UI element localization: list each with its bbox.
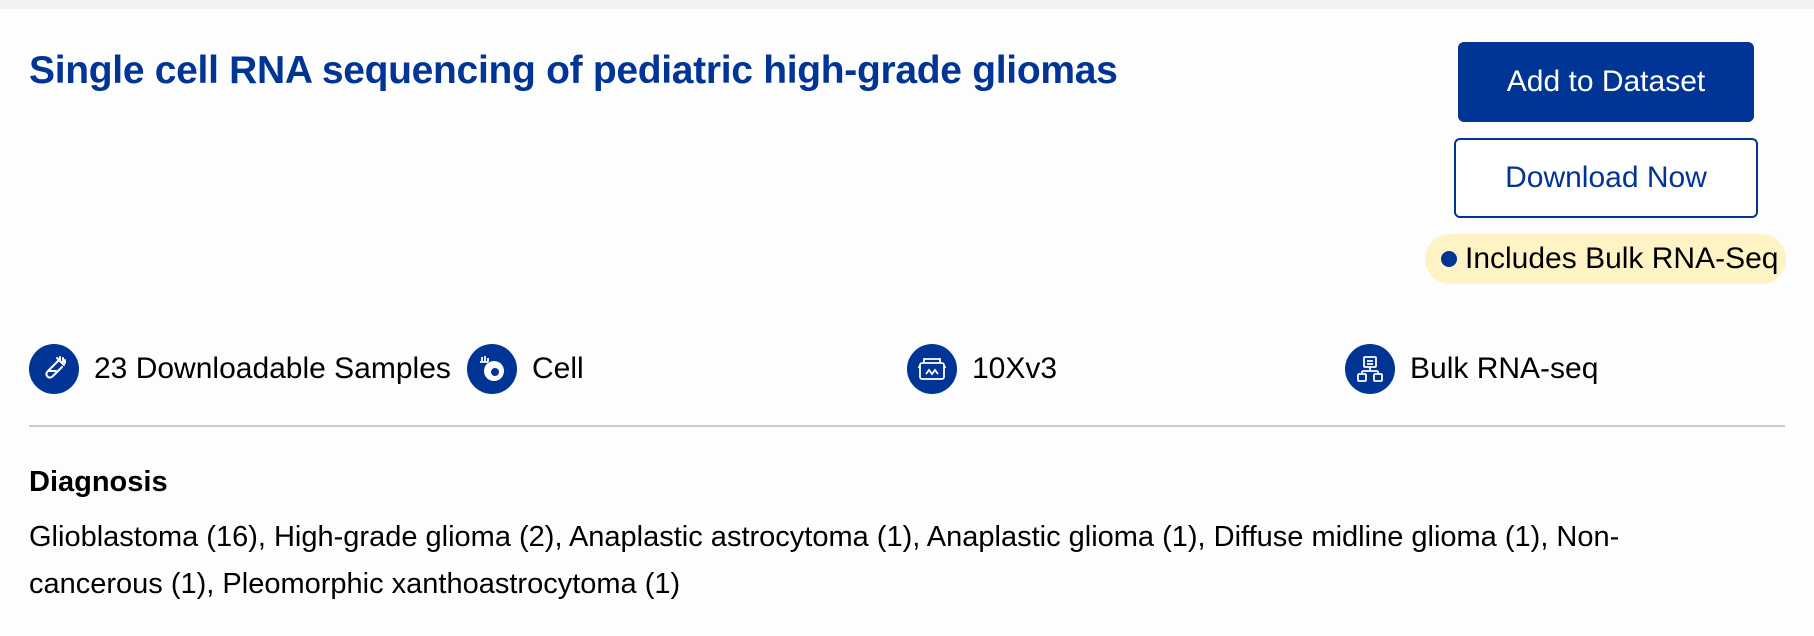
suspension-meta: Cell [467,344,584,394]
project-card: Single cell RNA sequencing of pediatric … [0,9,1814,636]
samples-label: 23 Downloadable Samples [94,352,451,385]
download-now-button[interactable]: Download Now [1454,138,1758,218]
add-to-dataset-button[interactable]: Add to Dataset [1458,42,1754,122]
test-tube-icon [29,344,79,394]
cell-icon [467,344,517,394]
technology-label: 10Xv3 [972,352,1058,385]
technology-meta: 10Xv3 [907,344,1057,394]
section-divider [29,425,1785,427]
modality-meta: Bulk RNA-seq [1345,344,1598,394]
badge-dot-icon [1441,251,1457,267]
project-title[interactable]: Single cell RNA sequencing of pediatric … [29,49,1118,93]
samples-meta: 23 Downloadable Samples [29,344,451,394]
bulk-rna-seq-icon [1345,344,1395,394]
top-bar [0,0,1814,9]
sequencer-icon [907,344,957,394]
badge-label: Includes Bulk RNA-Seq [1465,242,1779,275]
suspension-label: Cell [532,352,584,385]
modality-label: Bulk RNA-seq [1410,352,1599,385]
diagnosis-values: Glioblastoma (16), High-grade glioma (2)… [29,521,1620,600]
bulk-rna-seq-badge: Includes Bulk RNA-Seq [1425,234,1786,284]
diagnosis-heading: Diagnosis [29,466,168,498]
